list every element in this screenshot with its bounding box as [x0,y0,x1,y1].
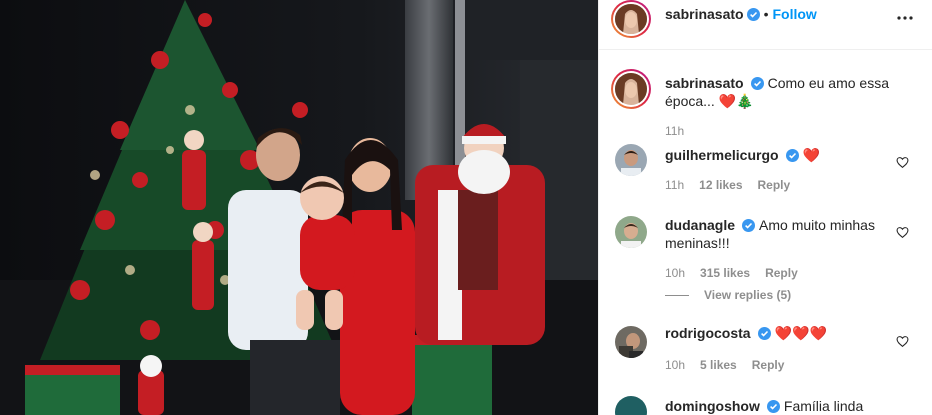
separator-dot: • [763,6,769,22]
verified-badge-icon [750,77,764,90]
verified-badge-icon [757,327,771,340]
verified-badge-icon [766,400,780,413]
caption-time: 11h [665,124,685,138]
comment-text: ❤️❤️❤️ [774,325,827,341]
family-christmas-photo [0,0,598,415]
reply-button[interactable]: Reply [765,266,798,280]
comment-username[interactable]: rodrigocosta [665,325,751,341]
commenter-avatar[interactable] [615,216,647,248]
comment-likes[interactable]: 315 likes [700,266,750,280]
comments-panel: sabrinasato • Follow sabrinasato Como eu am… [598,0,932,415]
post-header: sabrinasato • Follow [599,0,932,50]
commenter-avatar[interactable] [615,144,647,176]
comment-time: 11h [665,178,685,192]
comment-item: domingoshow Família linda [599,392,932,415]
commenter-avatar[interactable] [615,396,647,415]
author-username[interactable]: sabrinasato [665,6,744,22]
like-heart-icon[interactable] [896,335,909,348]
view-replies-label: View replies (5) [704,288,792,302]
comment-time: 10h [665,358,686,372]
follow-button[interactable]: Follow [773,6,817,22]
verified-badge-icon [785,149,799,162]
more-options-icon[interactable] [893,6,917,30]
verified-badge-icon [742,219,756,232]
like-heart-icon[interactable] [896,226,909,239]
comment-likes[interactable]: 12 likes [699,178,742,192]
comment-username[interactable]: dudanagle [665,217,735,233]
view-replies-button[interactable]: View replies (5) [665,288,791,302]
comment-text: Família linda [783,398,864,414]
caption-username[interactable]: sabrinasato [665,75,744,91]
comment-text: ❤️ [802,147,821,163]
comment-time: 10h [665,266,686,280]
comment-likes[interactable]: 5 likes [700,358,737,372]
author-avatar[interactable] [611,0,651,38]
post-photo[interactable] [0,0,598,415]
caption-avatar[interactable] [611,69,651,109]
reply-button[interactable]: Reply [758,178,791,192]
view-replies-line [665,295,689,297]
comment-username[interactable]: guilhermelicurgo [665,147,779,163]
commenter-avatar[interactable] [615,326,647,358]
like-heart-icon[interactable] [896,156,909,169]
reply-button[interactable]: Reply [752,358,785,372]
comment-username[interactable]: domingoshow [665,398,760,414]
verified-badge-icon [746,8,760,21]
